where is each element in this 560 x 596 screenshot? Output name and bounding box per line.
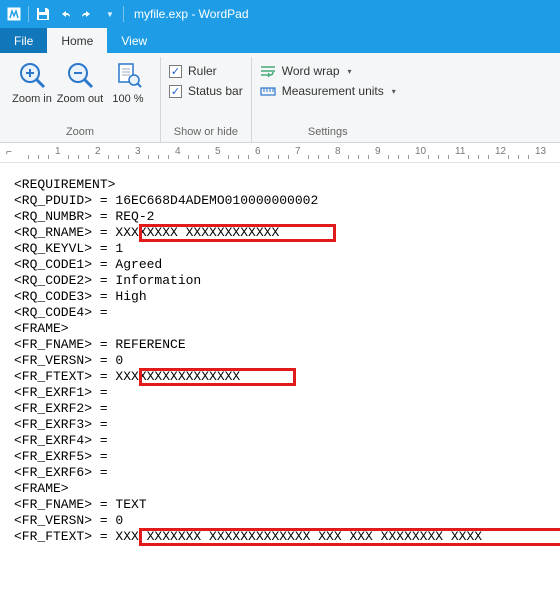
ruler-number: 1	[55, 146, 61, 157]
ruler-number: 5	[215, 146, 221, 157]
text-line: <FR_EXRF2> =	[14, 401, 550, 417]
zoom-100-icon	[112, 59, 144, 91]
ruler-number: 8	[335, 146, 341, 157]
text-line: <RQ_RNAME> = XXXXXXXX XXXXXXXXXXXX	[14, 225, 550, 241]
group-zoom: Zoom in Zoom out 100 % Zoom	[0, 57, 161, 142]
tab-stop-icon: ⌐	[6, 147, 12, 158]
measurement-units-label: Measurement units	[282, 84, 384, 98]
statusbar-checkbox[interactable]: ✓ Status bar	[169, 81, 243, 101]
highlight-box	[139, 224, 336, 242]
qat-dropdown-icon[interactable]: ▼	[99, 4, 119, 24]
ruler-number: 3	[135, 146, 141, 157]
group-show-label: Show or hide	[169, 124, 243, 142]
group-show-hide: ✓ Ruler ✓ Status bar Show or hide	[161, 57, 252, 142]
text-line: <FRAME>	[14, 321, 550, 337]
group-settings: Word wrap ▾ Measurement units ▾ Settings	[252, 57, 404, 142]
chevron-down-icon: ▾	[392, 87, 396, 96]
text-line: <FR_FNAME> = TEXT	[14, 497, 550, 513]
zoom-out-button[interactable]: Zoom out	[56, 57, 104, 107]
text-line: <FR_EXRF3> =	[14, 417, 550, 433]
word-wrap-label: Word wrap	[282, 64, 340, 78]
redo-icon[interactable]	[77, 4, 97, 24]
ruler-number: 2	[95, 146, 101, 157]
zoom-out-label: Zoom out	[57, 93, 103, 105]
undo-icon[interactable]	[55, 4, 75, 24]
checkmark-icon: ✓	[169, 65, 182, 78]
tab-home[interactable]: Home	[47, 28, 107, 53]
ribbon-tabs: File Home View	[0, 28, 560, 53]
zoom-out-icon	[64, 59, 96, 91]
ruler-number: 4	[175, 146, 181, 157]
text-line: <FR_VERSN> = 0	[14, 353, 550, 369]
ruler-checkbox-label: Ruler	[188, 64, 217, 78]
zoom-in-icon	[16, 59, 48, 91]
ruler-number: 11	[455, 146, 465, 157]
zoom-100-button[interactable]: 100 %	[104, 57, 152, 107]
save-icon[interactable]	[33, 4, 53, 24]
quick-access-toolbar: ▼	[4, 4, 126, 24]
ruler-number: 12	[495, 146, 506, 157]
ruler[interactable]: ⌐12345678910111213	[0, 143, 560, 163]
group-settings-label: Settings	[260, 124, 396, 142]
tab-view[interactable]: View	[107, 28, 161, 53]
text-line: <RQ_CODE4> =	[14, 305, 550, 321]
word-wrap-button[interactable]: Word wrap ▾	[260, 61, 352, 81]
measurement-units-button[interactable]: Measurement units ▾	[260, 81, 396, 101]
wrap-icon	[260, 64, 276, 78]
wordpad-icon[interactable]	[4, 4, 24, 24]
text-line: <FR_EXRF4> =	[14, 433, 550, 449]
ribbon: Zoom in Zoom out 100 % Zoom ✓ Ruler	[0, 53, 560, 143]
window-title: myfile.exp - WordPad	[134, 7, 249, 21]
zoom-in-label: Zoom in	[12, 93, 52, 105]
statusbar-checkbox-label: Status bar	[188, 84, 243, 98]
ruler-number: 13	[535, 146, 546, 157]
text-line: <RQ_PDUID> = 16EC668D4ADEMO010000000002	[14, 193, 550, 209]
text-line: <RQ_CODE3> = High	[14, 289, 550, 305]
ruler-number: 7	[295, 146, 301, 157]
text-line: <FR_FTEXT> = XXXXXXXXXXXXXXXX	[14, 369, 550, 385]
ruler-icon	[260, 84, 276, 98]
highlight-box	[139, 528, 560, 546]
text-line: <FR_EXRF6> =	[14, 465, 550, 481]
text-line: <FR_FTEXT> = XXX XXXXXXX XXXXXXXXXXXXX X…	[14, 529, 550, 545]
text-line: <FRAME>	[14, 481, 550, 497]
qat-separator	[28, 6, 29, 22]
text-line: <FR_EXRF1> =	[14, 385, 550, 401]
chevron-down-icon: ▾	[348, 67, 352, 76]
text-line: <FR_VERSN> = 0	[14, 513, 550, 529]
ruler-number: 10	[415, 146, 426, 157]
text-line: <RQ_CODE2> = Information	[14, 273, 550, 289]
zoom-in-button[interactable]: Zoom in	[8, 57, 56, 107]
text-line: <FR_EXRF5> =	[14, 449, 550, 465]
qat-separator	[123, 6, 124, 22]
text-line: <RQ_KEYVL> = 1	[14, 241, 550, 257]
zoom-100-label: 100 %	[112, 93, 143, 105]
ruler-number: 9	[375, 146, 381, 157]
tab-file[interactable]: File	[0, 28, 47, 53]
text-line: <FR_FNAME> = REFERENCE	[14, 337, 550, 353]
text-line: <RQ_CODE1> = Agreed	[14, 257, 550, 273]
ruler-number: 6	[255, 146, 261, 157]
text-line: <RQ_NUMBR> = REQ-2	[14, 209, 550, 225]
ruler-checkbox[interactable]: ✓ Ruler	[169, 61, 217, 81]
group-zoom-label: Zoom	[8, 124, 152, 142]
highlight-box	[139, 368, 296, 386]
checkmark-icon: ✓	[169, 85, 182, 98]
text-line: <REQUIREMENT>	[14, 177, 550, 193]
document-body[interactable]: <REQUIREMENT><RQ_PDUID> = 16EC668D4ADEMO…	[0, 163, 560, 545]
title-bar: ▼ myfile.exp - WordPad	[0, 0, 560, 28]
